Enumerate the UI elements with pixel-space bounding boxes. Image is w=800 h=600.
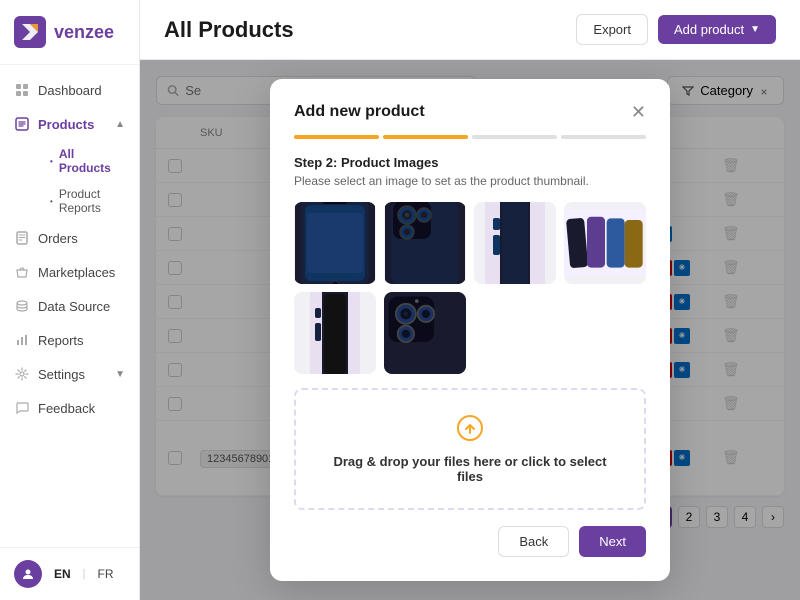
- sidebar-item-settings[interactable]: Settings ▼: [0, 357, 139, 391]
- sidebar-item-reports-label: Reports: [38, 333, 84, 348]
- products-icon: [14, 116, 30, 132]
- progress-segment-1: [294, 135, 379, 139]
- phone-camera-close-svg: [384, 292, 466, 374]
- page-title: All Products: [164, 17, 294, 43]
- sidebar-item-orders-label: Orders: [38, 231, 78, 246]
- sidebar-item-marketplaces-label: Marketplaces: [38, 265, 115, 280]
- product-image-grid: [294, 202, 646, 374]
- modal-header: Add new product ✕: [294, 103, 646, 121]
- data-source-icon: [14, 298, 30, 314]
- modal-title: Add new product: [294, 103, 425, 121]
- step-label: Step 2: Product Images: [294, 155, 646, 170]
- add-product-label: Add product: [674, 22, 744, 37]
- dashboard-icon: [14, 82, 30, 98]
- marketplaces-icon: [14, 264, 30, 280]
- progress-bar: [294, 135, 646, 139]
- sidebar-nav: Dashboard Products ▲ All Products Produc…: [0, 65, 139, 547]
- product-image-3[interactable]: [474, 202, 556, 284]
- modal-close-button[interactable]: ✕: [631, 103, 646, 121]
- step-description: Please select an image to set as the pro…: [294, 174, 646, 188]
- phone-back-camera-svg: [385, 202, 465, 284]
- modal-footer: Back Next: [294, 526, 646, 557]
- back-button[interactable]: Back: [498, 526, 569, 557]
- products-chevron-icon: ▲: [115, 119, 125, 130]
- logo: venzee: [0, 0, 139, 65]
- settings-icon: [14, 366, 30, 382]
- export-button[interactable]: Export: [576, 14, 648, 45]
- main-content: All Products Export Add product ▼ Catego…: [140, 0, 800, 600]
- sidebar-item-feedback-label: Feedback: [38, 401, 95, 416]
- phone-side-svg: [485, 202, 545, 284]
- sidebar-item-product-reports[interactable]: Product Reports: [36, 181, 139, 221]
- sidebar-item-dashboard-label: Dashboard: [38, 83, 102, 98]
- sidebar-item-data-source-label: Data Source: [38, 299, 110, 314]
- upload-icon: [320, 414, 620, 448]
- products-subnav: All Products Product Reports: [0, 141, 139, 221]
- file-drop-zone[interactable]: Drag & drop your files here or click to …: [294, 388, 646, 510]
- sidebar-item-reports[interactable]: Reports: [0, 323, 139, 357]
- sidebar: venzee Dashboard Products ▲ All Products…: [0, 0, 140, 600]
- sidebar-item-marketplaces[interactable]: Marketplaces: [0, 255, 139, 289]
- sidebar-item-all-products[interactable]: All Products: [36, 141, 139, 181]
- product-image-5[interactable]: [294, 292, 376, 374]
- progress-segment-4: [561, 135, 646, 139]
- main-header: All Products Export Add product ▼: [140, 0, 800, 60]
- lang-en-button[interactable]: EN: [50, 565, 75, 583]
- product-image-6[interactable]: [384, 292, 466, 374]
- sidebar-item-products-label: Products: [38, 117, 94, 132]
- sidebar-item-dashboard[interactable]: Dashboard: [0, 73, 139, 107]
- avatar: [14, 560, 42, 588]
- sidebar-bottom: EN | FR: [0, 547, 139, 600]
- modal-overlay: Add new product ✕ Step 2: Product Images…: [140, 60, 800, 600]
- dropzone-text: Drag & drop your files here or click to …: [333, 454, 606, 484]
- reports-icon: [14, 332, 30, 348]
- header-actions: Export Add product ▼: [576, 14, 776, 45]
- add-product-chevron-icon: ▼: [750, 24, 760, 35]
- orders-icon: [14, 230, 30, 246]
- venzee-logo-icon: [14, 16, 46, 48]
- sidebar-item-orders[interactable]: Orders: [0, 221, 139, 255]
- product-image-4[interactable]: [564, 202, 646, 284]
- add-product-button[interactable]: Add product ▼: [658, 15, 776, 44]
- table-area: Category SKU Product Name Category ▲▼ Ma…: [140, 60, 800, 600]
- next-button[interactable]: Next: [579, 526, 646, 557]
- settings-chevron-icon: ▼: [115, 369, 125, 380]
- product-image-1[interactable]: [294, 202, 376, 284]
- logo-text: venzee: [54, 22, 114, 43]
- phone-front-svg: [295, 202, 375, 284]
- add-product-modal: Add new product ✕ Step 2: Product Images…: [270, 79, 670, 581]
- progress-segment-2: [383, 135, 468, 139]
- product-image-2[interactable]: [384, 202, 466, 284]
- feedback-icon: [14, 400, 30, 416]
- lang-divider: |: [83, 568, 86, 580]
- all-products-label: All Products: [59, 147, 125, 175]
- sidebar-item-data-source[interactable]: Data Source: [0, 289, 139, 323]
- progress-segment-3: [472, 135, 557, 139]
- product-reports-label: Product Reports: [59, 187, 125, 215]
- phone-slim-svg: [310, 292, 360, 374]
- phone-colors-svg: [564, 203, 646, 283]
- sidebar-item-settings-label: Settings: [38, 367, 85, 382]
- sidebar-item-products[interactable]: Products ▲: [0, 107, 139, 141]
- sidebar-item-feedback[interactable]: Feedback: [0, 391, 139, 425]
- lang-fr-button[interactable]: FR: [94, 565, 118, 583]
